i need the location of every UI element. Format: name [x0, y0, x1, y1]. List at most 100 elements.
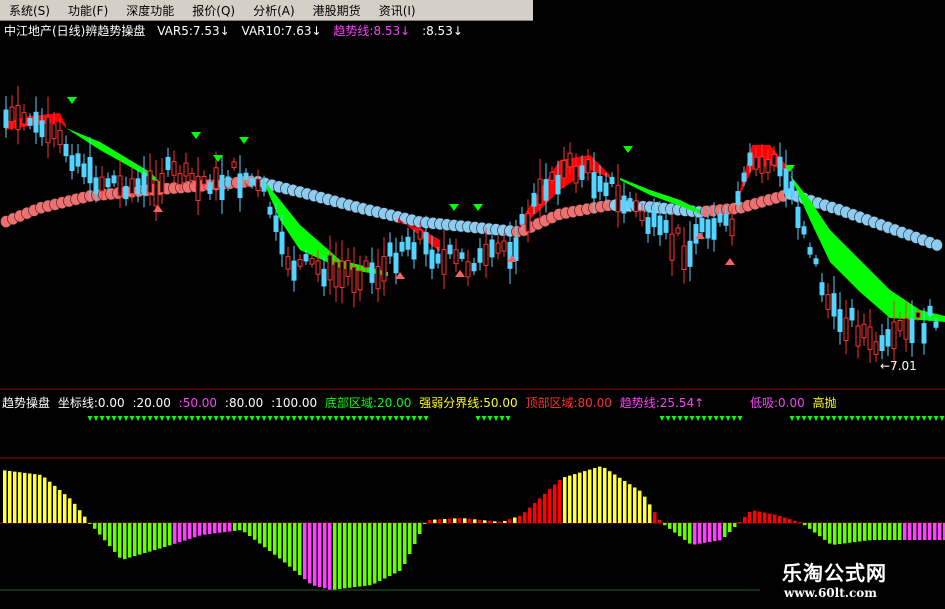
candle-body — [531, 192, 537, 207]
indicator-bar — [168, 523, 172, 546]
candle-body — [261, 182, 267, 192]
candle-body — [933, 321, 939, 328]
candle-body — [849, 307, 855, 321]
candle-body — [669, 233, 675, 261]
indicator-bar — [43, 477, 47, 523]
candle-body — [321, 268, 327, 287]
signal-tick-icon — [105, 416, 111, 421]
signal-tick-icon — [707, 416, 713, 421]
indicator-bar — [783, 517, 787, 523]
signal-tick-icon — [87, 416, 93, 421]
indicator-bar — [648, 504, 652, 523]
candle-body — [897, 319, 903, 332]
indicator-bar — [923, 523, 927, 540]
indicator-bar — [848, 523, 852, 543]
indicator-bar — [23, 472, 27, 523]
candle-body — [213, 167, 219, 189]
indicator-bar — [658, 519, 662, 523]
indicator-bar — [533, 502, 537, 523]
signal-tick-icon — [915, 416, 921, 421]
indicator-bar — [673, 523, 677, 533]
candle-body — [309, 257, 315, 265]
indicator-bar — [248, 523, 252, 536]
signal-tick-icon — [387, 416, 393, 421]
indicator-bar — [683, 523, 687, 540]
indicator-bar — [403, 523, 407, 564]
indicator-bar — [893, 523, 897, 540]
candle-body — [465, 261, 471, 278]
signal-tick-icon — [939, 416, 945, 421]
signal-tick-icon — [369, 416, 375, 421]
candle-body — [753, 156, 759, 170]
watermark: 乐淘公式网 www.60lt.com — [760, 553, 945, 609]
candle-body — [723, 214, 729, 226]
indicator-bar — [898, 523, 902, 540]
indicator-bar — [643, 496, 647, 523]
signal-tick-icon — [659, 416, 665, 421]
indicator-bar — [823, 523, 827, 540]
signal-tick-icon — [813, 416, 819, 421]
indicator-bar — [353, 523, 357, 588]
signal-tick-icon — [861, 416, 867, 421]
indicator-bar — [538, 498, 542, 523]
signal-tick-icon — [731, 416, 737, 421]
candle-body — [573, 165, 579, 184]
signal-tick-icon — [719, 416, 725, 421]
candle-body — [807, 247, 813, 255]
indicator-bar — [818, 523, 822, 537]
signal-tick-icon — [321, 416, 327, 421]
indicator-bar — [508, 519, 512, 523]
indicator-bar — [333, 523, 337, 590]
indicator-bar — [78, 510, 82, 523]
signal-tick-icon — [123, 416, 129, 421]
candle-body — [429, 249, 435, 269]
signal-tick-icon — [375, 416, 381, 421]
signal-tick-icon — [399, 416, 405, 421]
candle-body — [903, 317, 909, 340]
indicator-bar — [543, 493, 547, 523]
signal-tick-icon — [689, 416, 695, 421]
candle-body — [597, 176, 603, 192]
candle-body — [777, 156, 783, 177]
candle-body — [231, 161, 237, 168]
candle-body — [639, 210, 645, 222]
indicator-bar — [38, 474, 42, 523]
signal-tick-icon — [351, 416, 357, 421]
indicator-bar — [193, 523, 197, 538]
signal-tick-icon — [99, 416, 105, 421]
indicator-bar — [268, 523, 272, 551]
indicator-bar — [758, 511, 762, 523]
indicator-bar — [188, 523, 192, 539]
indicator-bar — [103, 523, 107, 541]
indicator-bar — [18, 472, 22, 523]
indicator-bar — [163, 523, 167, 548]
signal-tick-icon — [201, 416, 207, 421]
indicator-bar — [813, 523, 817, 533]
indicator-bar — [808, 523, 812, 529]
signal-tick-icon — [393, 416, 399, 421]
indicator-bar — [548, 489, 552, 523]
candle-body — [591, 172, 597, 199]
signal-tick-icon — [505, 416, 511, 421]
candle-body — [537, 178, 543, 205]
signal-tick-icon — [135, 416, 141, 421]
indicator-bar — [588, 469, 592, 523]
indicator-bar — [53, 485, 57, 523]
signal-tick-icon — [921, 416, 927, 421]
indicator-bar — [133, 523, 137, 557]
signal-tick-icon — [499, 416, 505, 421]
candle-body — [885, 329, 891, 347]
signal-tick-icon — [909, 416, 915, 421]
stock-chart[interactable]: ←7.01 — [0, 0, 945, 609]
candle-body — [729, 218, 735, 237]
indicator-bar — [518, 515, 522, 523]
candle-body — [633, 200, 639, 212]
signal-tick-icon — [177, 416, 183, 421]
indicator-bar — [293, 523, 297, 571]
candle-body — [927, 305, 933, 316]
indicator-bar — [253, 523, 257, 540]
candle-body — [651, 210, 657, 228]
candle-body — [87, 156, 93, 184]
candle-body — [687, 240, 693, 267]
indicator-bar — [498, 521, 502, 523]
